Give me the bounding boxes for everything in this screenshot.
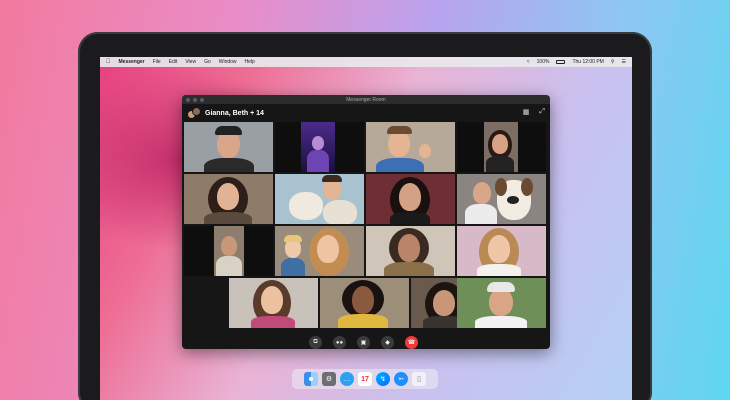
call-header: Gianna, Beth + 14 ▦ ⤢ [182, 104, 550, 122]
video-tile[interactable] [457, 122, 546, 172]
end-call-icon[interactable]: ☎ [405, 336, 418, 349]
safari-icon[interactable]: ➳ [394, 372, 408, 386]
window-titlebar: Messenger Room [182, 95, 550, 104]
minimize-window-button[interactable] [193, 98, 197, 102]
menu-go[interactable]: Go [204, 59, 211, 65]
search-icon[interactable]: ⚲ [611, 59, 615, 65]
video-tile[interactable] [184, 226, 273, 276]
menu-edit[interactable]: Edit [169, 59, 178, 65]
fullscreen-icon[interactable]: ⤢ [539, 108, 545, 116]
video-tile[interactable] [184, 174, 273, 224]
close-window-button[interactable] [186, 98, 190, 102]
messages-icon[interactable]: … [340, 372, 354, 386]
video-tile[interactable] [320, 278, 409, 328]
menu-clock[interactable]: Thu 12:00 PM [572, 59, 603, 65]
messenger-room-window: Messenger Room Gianna, Beth + 14 ▦ ⤢ ⧉ ●… [182, 95, 550, 349]
video-tile[interactable] [366, 174, 455, 224]
calendar-icon[interactable]: 17 [358, 372, 372, 386]
window-title: Messenger Room [346, 96, 386, 103]
menu-view[interactable]: View [185, 59, 196, 65]
status-area: ≈ 100% Thu 12:00 PM ⚲ ☰ [527, 59, 626, 65]
video-tile[interactable] [275, 226, 364, 276]
menu-app-name[interactable]: Messenger [119, 59, 145, 65]
microphone-icon[interactable]: ◆ [381, 336, 394, 349]
desktop-screen:  Messenger File Edit View Go Window Hel… [100, 57, 632, 400]
camera-icon[interactable]: ▣ [357, 336, 370, 349]
finder-icon[interactable]: ☻ [304, 372, 318, 386]
call-name: Gianna, Beth + 14 [205, 109, 264, 117]
apple-menu-icon[interactable]:  [106, 59, 111, 65]
video-tile[interactable] [229, 278, 318, 328]
video-tile[interactable] [457, 174, 546, 224]
menu-file[interactable]: File [153, 59, 161, 65]
control-center-icon[interactable]: ☰ [622, 59, 626, 65]
video-tile[interactable] [275, 122, 364, 172]
messenger-icon[interactable]: ↯ [376, 372, 390, 386]
participant-avatars [187, 107, 201, 119]
wifi-icon[interactable]: ≈ [527, 59, 530, 65]
call-controls: ⧉ ●● ▣ ◆ ☎ [309, 336, 418, 349]
menu-window[interactable]: Window [219, 59, 237, 65]
video-tile[interactable] [275, 174, 364, 224]
battery-icon[interactable] [556, 60, 566, 64]
launchpad-icon[interactable]: ⚙ [322, 372, 336, 386]
calendar-day: 17 [361, 375, 369, 383]
video-tile[interactable] [366, 226, 455, 276]
video-tile[interactable] [457, 226, 546, 276]
dock: ☻ ⚙ … 17 ↯ ➳ ▯ [292, 369, 438, 389]
grid-view-icon[interactable]: ▦ [523, 108, 530, 116]
video-grid: ⧉ ●● ▣ ◆ ☎ [182, 122, 550, 349]
screen-share-icon[interactable]: ⧉ [309, 336, 322, 349]
video-tile[interactable] [184, 122, 273, 172]
window-controls [186, 98, 204, 102]
trash-icon[interactable]: ▯ [412, 372, 426, 386]
battery-percent: 100% [536, 59, 550, 65]
menu-help[interactable]: Help [245, 59, 255, 65]
video-tile[interactable] [366, 122, 455, 172]
video-tile[interactable] [457, 278, 546, 328]
avatar [192, 107, 201, 116]
zoom-window-button[interactable] [200, 98, 204, 102]
menu-bar:  Messenger File Edit View Go Window Hel… [100, 57, 632, 67]
participants-icon[interactable]: ●● [333, 336, 346, 349]
